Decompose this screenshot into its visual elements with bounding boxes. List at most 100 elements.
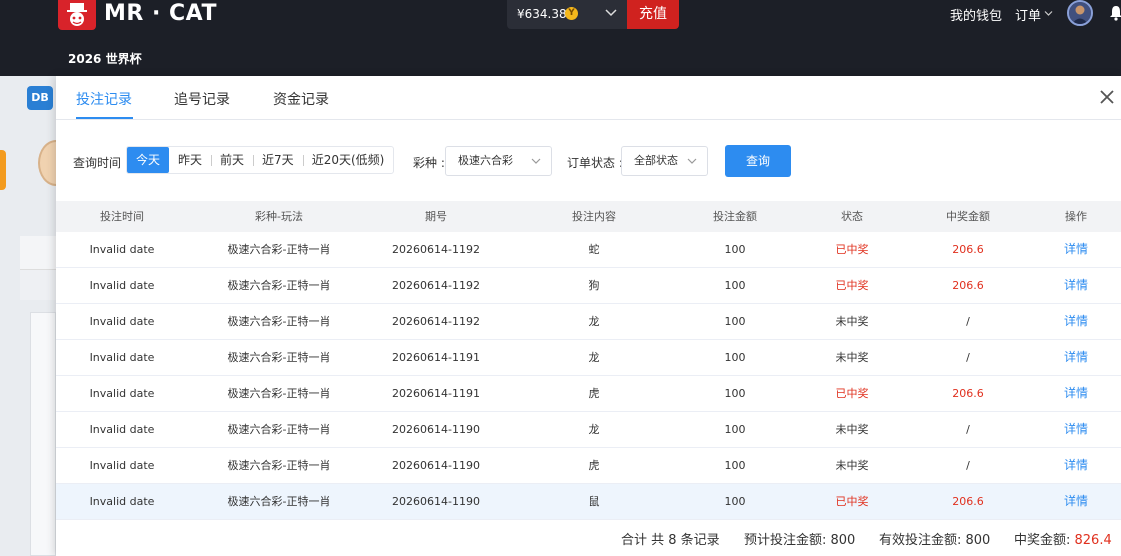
status-cell: 未中奖 — [835, 423, 869, 436]
amount-cell: 100 — [724, 351, 746, 364]
status-cell: 未中奖 — [835, 315, 869, 328]
content-cell: 龙 — [588, 315, 600, 328]
details-link[interactable]: 详情 — [1051, 448, 1101, 483]
issue-cell: 20260614-1190 — [392, 459, 480, 472]
tab-fund-records[interactable]: 资金记录 — [273, 89, 329, 109]
time-option-day-before[interactable]: 前天 — [211, 147, 253, 173]
status-cell: 未中奖 — [835, 351, 869, 364]
status-cell: 已中奖 — [835, 243, 869, 256]
cat-logo-icon — [67, 3, 87, 26]
summary-prize: 中奖金额: 826.4 — [1014, 529, 1112, 548]
details-link[interactable]: 详情 — [1051, 376, 1101, 411]
chevron-down-icon — [531, 158, 541, 164]
game-cell: 极速六合彩-正特一肖 — [227, 351, 331, 364]
prize-cell: 206.6 — [952, 279, 984, 292]
balance-dropdown[interactable]: ¥634.38 Y — [507, 0, 627, 29]
column-header: 期号 — [425, 210, 447, 223]
amount-cell: 100 — [724, 495, 746, 508]
game-cell: 极速六合彩-正特一肖 — [227, 495, 331, 508]
orders-menu[interactable]: 订单 — [1015, 5, 1041, 24]
summary-valid-amount: 有效投注金额: 800 — [879, 533, 991, 548]
tab-bet-records[interactable]: 投注记录 — [76, 89, 132, 109]
lottery-select[interactable]: 极速六合彩 — [445, 146, 552, 176]
issue-cell: 20260614-1190 — [392, 423, 480, 436]
issue-cell: 20260614-1192 — [392, 279, 480, 292]
brand-logo[interactable] — [58, 0, 96, 30]
my-wallet-link[interactable]: 我的钱包 — [950, 5, 1002, 24]
order-status-select[interactable]: 全部状态 — [621, 146, 708, 176]
background-panel — [30, 312, 56, 556]
modal-tabs: 投注记录 追号记录 资金记录 — [56, 76, 1121, 120]
issue-cell: 20260614-1191 — [392, 387, 480, 400]
lottery-select-value: 极速六合彩 — [458, 154, 513, 167]
query-time-label: 查询时间 : — [73, 156, 129, 170]
summary-total: 合计 共 8 条记录 — [621, 533, 720, 548]
details-link[interactable]: 详情 — [1051, 340, 1101, 375]
issue-cell: 20260614-1192 — [392, 243, 480, 256]
table-row: Invalid date 极速六合彩-正特一肖 20260614-1190 鼠 … — [56, 484, 1121, 520]
time-option-today[interactable]: 今天 — [127, 147, 170, 173]
column-header: 投注内容 — [572, 210, 616, 223]
bet-time-cell: Invalid date — [89, 387, 155, 400]
status-cell: 已中奖 — [835, 495, 869, 508]
bet-time-cell: Invalid date — [89, 279, 155, 292]
world-cup-link[interactable]: 2026 世界杯 — [68, 50, 142, 67]
status-cell: 已中奖 — [835, 279, 869, 292]
details-link[interactable]: 详情 — [1051, 232, 1101, 267]
summary-expected-amount: 预计投注金额: 800 — [744, 533, 856, 548]
content-cell: 狗 — [588, 279, 600, 292]
amount-cell: 100 — [724, 387, 746, 400]
game-cell: 极速六合彩-正特一肖 — [227, 279, 331, 292]
time-option-7-days[interactable]: 近7天 — [253, 147, 303, 173]
db-badge-icon: DB — [27, 86, 53, 110]
coin-icon: Y — [565, 7, 578, 20]
query-button[interactable]: 查询 — [725, 145, 791, 177]
status-cell: 已中奖 — [835, 387, 869, 400]
recharge-button[interactable]: 充值 — [627, 0, 679, 29]
amount-cell: 100 — [724, 423, 746, 436]
table-row: Invalid date 极速六合彩-正特一肖 20260614-1190 虎 … — [56, 448, 1121, 484]
column-header: 投注金额 — [713, 210, 757, 223]
details-link[interactable]: 详情 — [1051, 484, 1101, 519]
background-accent — [0, 150, 6, 190]
content-cell: 虎 — [588, 387, 600, 400]
bet-records-modal: 投注记录 追号记录 资金记录 查询时间 : 今天 昨天 前天 近7天 近20天(… — [56, 76, 1121, 556]
avatar[interactable] — [1067, 0, 1093, 26]
table-header: 投注时间 彩种-玩法 期号 投注内容 投注金额 状态 中奖金额 操作 — [56, 201, 1121, 232]
content-cell: 龙 — [588, 423, 600, 436]
bet-time-cell: Invalid date — [89, 459, 155, 472]
bell-icon[interactable] — [1109, 5, 1121, 21]
time-range-selector: 今天 昨天 前天 近7天 近20天(低频) — [126, 146, 395, 174]
bet-time-cell: Invalid date — [89, 423, 155, 436]
table-row: Invalid date 极速六合彩-正特一肖 20260614-1191 虎 … — [56, 376, 1121, 412]
prize-cell: 206.6 — [952, 495, 984, 508]
game-cell: 极速六合彩-正特一肖 — [227, 387, 331, 400]
prize-cell: / — [966, 351, 970, 364]
details-link[interactable]: 详情 — [1051, 268, 1101, 303]
content-cell: 鼠 — [588, 495, 600, 508]
amount-cell: 100 — [724, 315, 746, 328]
game-cell: 极速六合彩-正特一肖 — [227, 423, 331, 436]
bet-time-cell: Invalid date — [89, 351, 155, 364]
column-header: 状态 — [841, 210, 863, 223]
content-cell: 虎 — [588, 459, 600, 472]
table-row: Invalid date 极速六合彩-正特一肖 20260614-1192 蛇 … — [56, 232, 1121, 268]
game-cell: 极速六合彩-正特一肖 — [227, 459, 331, 472]
tab-chase-records[interactable]: 追号记录 — [174, 89, 230, 109]
bet-time-cell: Invalid date — [89, 495, 155, 508]
lottery-label: 彩种 : — [413, 156, 445, 170]
time-option-20-days[interactable]: 近20天(低频) — [302, 147, 394, 173]
time-option-yesterday[interactable]: 昨天 — [169, 147, 211, 173]
column-header: 投注时间 — [100, 210, 144, 223]
order-status-label: 订单状态 : — [567, 156, 623, 170]
bet-time-cell: Invalid date — [89, 315, 155, 328]
close-icon[interactable] — [1099, 89, 1115, 105]
game-cell: 极速六合彩-正特一肖 — [227, 243, 331, 256]
details-link[interactable]: 详情 — [1051, 304, 1101, 339]
status-cell: 未中奖 — [835, 459, 869, 472]
content-cell: 蛇 — [588, 243, 600, 256]
user-avatar-icon — [1069, 2, 1091, 24]
prize-cell: / — [966, 459, 970, 472]
details-link[interactable]: 详情 — [1051, 412, 1101, 447]
amount-cell: 100 — [724, 243, 746, 256]
